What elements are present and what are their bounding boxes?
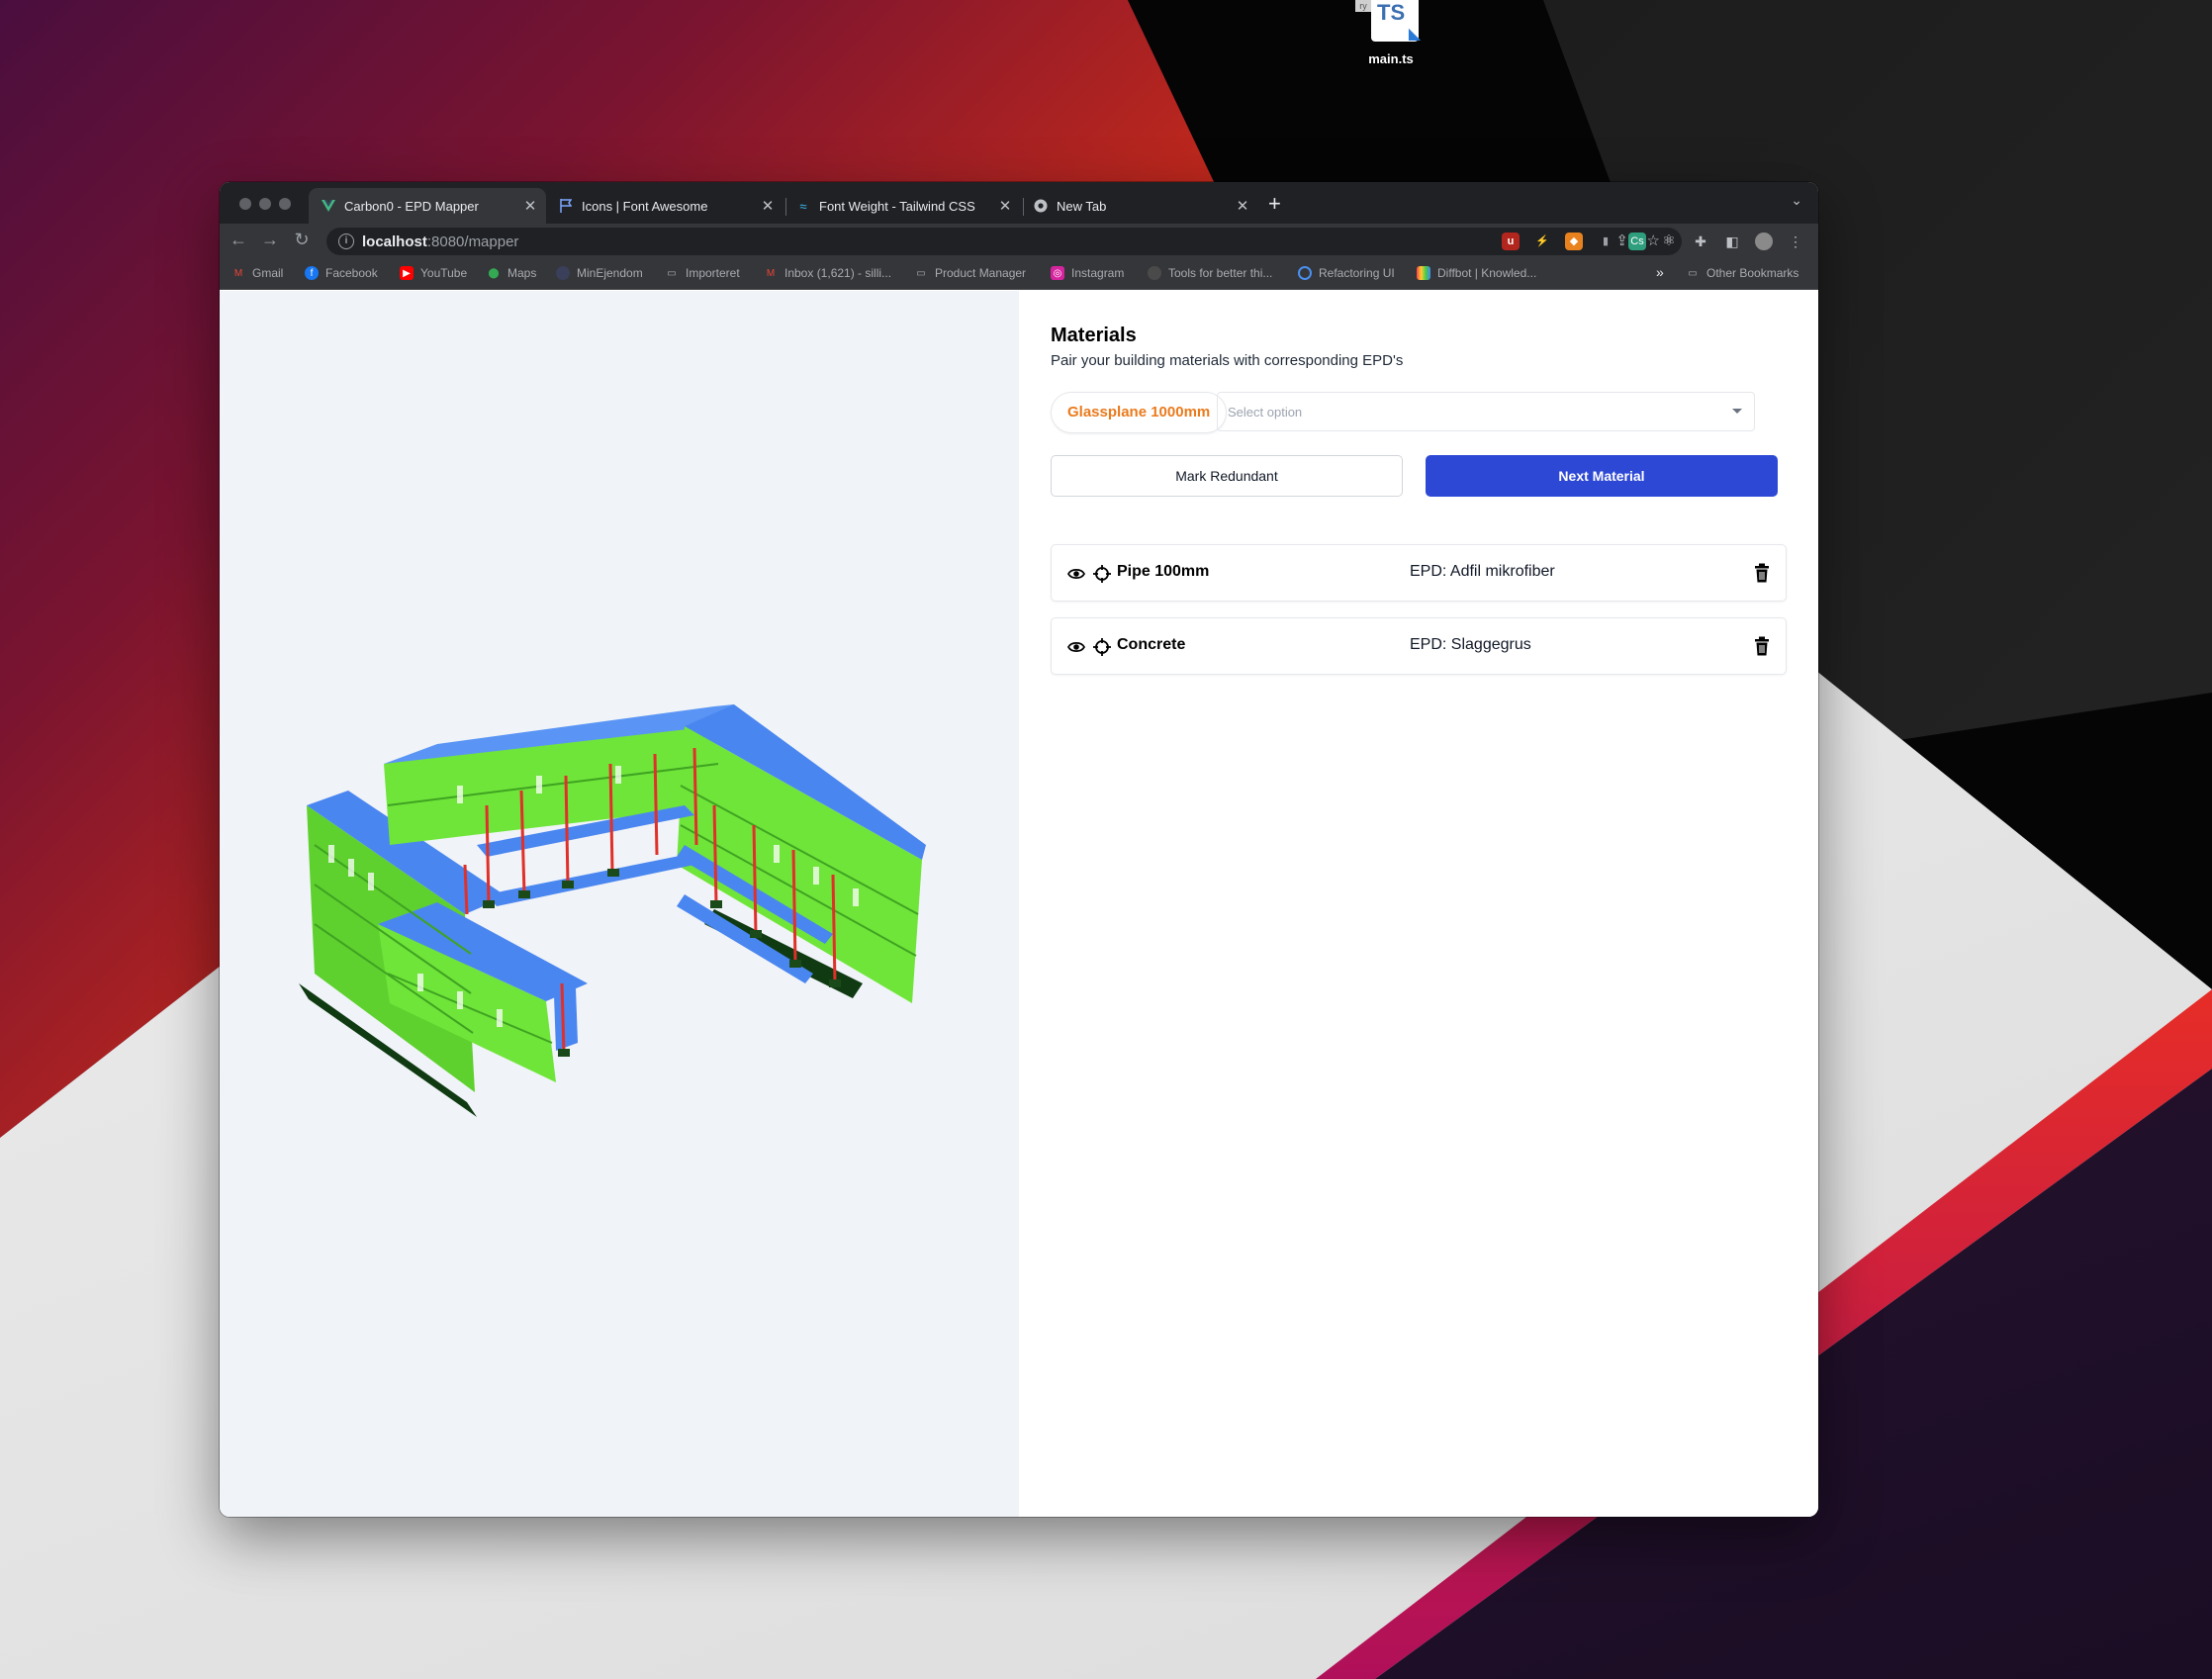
metamask-extension-icon[interactable]: ◆ [1565, 233, 1583, 250]
zoom-window-button[interactable] [279, 198, 291, 210]
facebook-icon: f [305, 266, 319, 280]
bookmark-gmail[interactable]: M Gmail [231, 266, 284, 280]
eye-icon[interactable] [1067, 565, 1085, 583]
maps-pin-icon: ⬤ [488, 267, 500, 279]
site-info-icon[interactable]: i [338, 233, 354, 249]
tab-title: Icons | Font Awesome [582, 198, 708, 214]
bookmark-product-manager[interactable]: ▭ Product Manager [914, 266, 1026, 280]
tab-tailwind[interactable]: ≈ Font Weight - Tailwind CSS ✕ [783, 188, 1021, 224]
epd-name: EPD: Adfil mikrofiber [1410, 563, 1555, 580]
youtube-icon: ▶ [400, 266, 414, 280]
tab-new-tab[interactable]: New Tab ✕ [1021, 188, 1258, 224]
bookmark-importeret[interactable]: ▭ Importeret [665, 266, 739, 280]
tab-font-awesome[interactable]: Icons | Font Awesome ✕ [546, 188, 783, 224]
tab-carbon0[interactable]: Carbon0 - EPD Mapper ✕ [309, 188, 546, 224]
forward-arrow-icon[interactable]: → [259, 230, 281, 250]
tab-strip: Carbon0 - EPD Mapper ✕ Icons | Font Awes… [220, 182, 1818, 224]
more-menu-icon[interactable]: ⋮ [1787, 233, 1804, 250]
close-tab-icon[interactable]: ✕ [1233, 197, 1252, 215]
folder-icon: ▭ [916, 267, 926, 279]
bookmark-facebook[interactable]: f Facebook [305, 266, 378, 280]
close-tab-icon[interactable]: ✕ [995, 197, 1015, 215]
epd-name: EPD: Slaggegrus [1410, 636, 1531, 653]
bookmark-star-icon[interactable]: ☆ [1647, 232, 1660, 249]
address-url[interactable]: localhost:8080/mapper [362, 233, 518, 250]
browser-window: Carbon0 - EPD Mapper ✕ Icons | Font Awes… [220, 182, 1818, 1517]
panel-title: Materials [1051, 325, 1137, 346]
bookmark-diffbot[interactable]: Diffbot | Knowled... [1417, 266, 1536, 280]
other-bookmarks[interactable]: ▭ Other Bookmarks [1686, 266, 1798, 280]
folder-icon: ▭ [667, 267, 677, 279]
mark-redundant-button[interactable]: Mark Redundant [1051, 455, 1403, 497]
epd-select[interactable]: Select option [1217, 392, 1755, 431]
globe-icon [1148, 266, 1161, 280]
diffbot-icon [1417, 266, 1430, 280]
bookmark-refactoring-ui[interactable]: Refactoring UI [1298, 266, 1395, 280]
current-material-badge: Glassplane 1000mm [1051, 392, 1228, 433]
bookmark-tools[interactable]: Tools for better thi... [1148, 266, 1272, 280]
panel-subtitle: Pair your building materials with corres… [1051, 352, 1404, 369]
material-name: Concrete [1117, 636, 1186, 653]
materials-panel: Materials Pair your building materials w… [1019, 291, 1818, 1517]
select-placeholder: Select option [1228, 405, 1303, 420]
colorzilla-extension-icon[interactable]: Cs [1628, 233, 1646, 250]
tab-title: Font Weight - Tailwind CSS [819, 198, 975, 214]
side-panel-icon[interactable]: ◧ [1723, 233, 1741, 250]
chrome-icon [1033, 198, 1049, 214]
vue-logo-icon [321, 198, 336, 214]
trash-icon[interactable] [1754, 563, 1770, 583]
extensions-puzzle-icon[interactable]: ✚ [1692, 233, 1709, 250]
bookmark-inbox[interactable]: M Inbox (1,621) - silli... [764, 266, 891, 280]
close-tab-icon[interactable]: ✕ [520, 197, 540, 215]
bookmark-maps[interactable]: ⬤ Maps [487, 266, 536, 280]
folder-icon: ▭ [1688, 267, 1698, 279]
bookmark-instagram[interactable]: ◎ Instagram [1051, 266, 1124, 280]
gmail-icon: M [233, 267, 243, 279]
browser-toolbar: ← → ↻ i localhost:8080/mapper ⇪ ☆ u ⚡ ◆ … [220, 224, 1818, 259]
eye-icon[interactable] [1067, 638, 1085, 656]
extension-icon[interactable]: ▮ [1597, 233, 1614, 250]
chevron-down-icon [1732, 409, 1742, 414]
minimize-window-button[interactable] [259, 198, 271, 210]
trash-icon[interactable] [1754, 636, 1770, 656]
bookmarks-overflow-chevron-icon[interactable]: » [1656, 264, 1664, 280]
profile-avatar[interactable] [1755, 233, 1773, 250]
react-devtools-icon[interactable]: ⚛ [1660, 233, 1678, 250]
vscode-icon: ◣ [1408, 26, 1422, 43]
close-tab-icon[interactable]: ✕ [758, 197, 778, 215]
gmail-icon: M [766, 267, 776, 279]
new-tab-button[interactable]: + [1268, 193, 1281, 215]
crosshairs-icon[interactable] [1093, 638, 1111, 656]
address-bar[interactable]: i localhost:8080/mapper ⇪ ☆ [326, 228, 1682, 255]
material-pair-row: Pipe 100mm EPD: Adfil mikrofiber [1051, 544, 1787, 602]
crosshairs-icon[interactable] [1093, 565, 1111, 583]
building-model[interactable] [220, 291, 1019, 1517]
3d-viewport[interactable] [220, 291, 1019, 1517]
tab-search-chevron-icon[interactable]: ⌄ [1791, 192, 1802, 209]
tab-title: Carbon0 - EPD Mapper [344, 198, 479, 214]
circle-icon [1298, 266, 1312, 280]
material-name: Pipe 100mm [1117, 563, 1210, 580]
file-corner-icon: ry [1355, 0, 1371, 12]
back-arrow-icon[interactable]: ← [228, 230, 249, 250]
close-window-button[interactable] [239, 198, 251, 210]
reload-icon[interactable]: ↻ [291, 230, 313, 250]
bookmark-youtube[interactable]: ▶ YouTube [400, 266, 467, 280]
tab-title: New Tab [1057, 198, 1107, 214]
flag-icon [558, 198, 574, 214]
bookmarks-bar: M Gmail f Facebook ▶ YouTube ⬤ Maps MinEjend… [220, 259, 1818, 290]
lightning-extension-icon[interactable]: ⚡ [1533, 233, 1551, 250]
instagram-icon: ◎ [1051, 266, 1064, 280]
desktop-file-name: main.ts [1368, 51, 1414, 66]
globe-icon [556, 266, 570, 280]
tailwind-icon: ≈ [799, 198, 807, 214]
material-pair-row: Concrete EPD: Slaggegrus [1051, 617, 1787, 675]
bookmark-minejendom[interactable]: MinEjendom [556, 266, 643, 280]
next-material-button[interactable]: Next Material [1426, 455, 1778, 497]
ublock-extension-icon[interactable]: u [1502, 233, 1520, 250]
typescript-icon: TS [1377, 0, 1406, 25]
share-icon[interactable]: ⇪ [1615, 232, 1628, 249]
